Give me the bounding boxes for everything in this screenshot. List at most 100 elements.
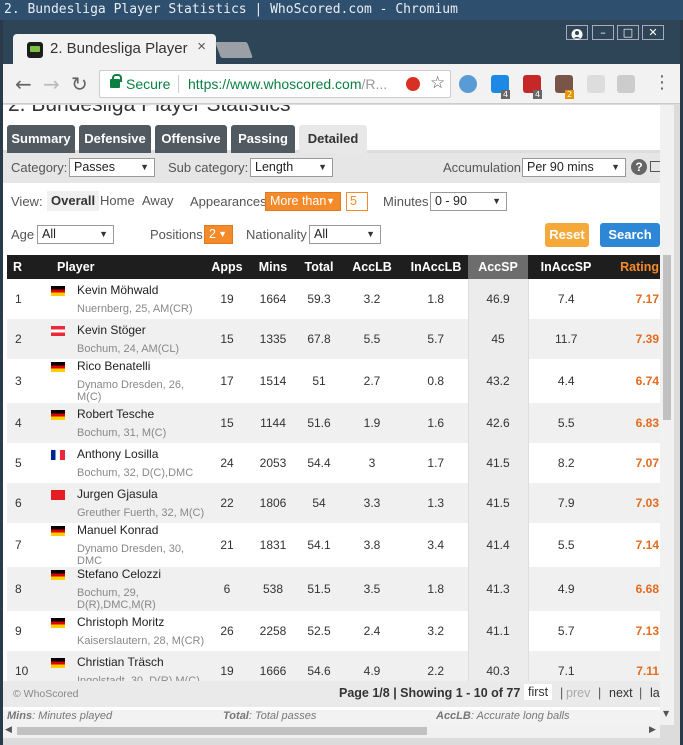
bookmark-star-icon[interactable]: ☆ bbox=[430, 73, 445, 93]
player-name-link[interactable]: Jurgen Gjasula bbox=[77, 487, 206, 501]
view-overall[interactable]: Overall bbox=[47, 191, 100, 211]
player-name-link[interactable]: Kevin Möhwald bbox=[77, 283, 206, 297]
player-name-link[interactable]: Rico Benatelli bbox=[77, 359, 206, 373]
accumulation-value: Per 90 mins bbox=[527, 160, 594, 174]
table-row[interactable]: 8 Stefano Celozzi Bochum, 29, D(R),DMC,M(R… bbox=[7, 567, 663, 611]
player-name-link[interactable]: Christian Träsch bbox=[77, 655, 206, 669]
player-name-link[interactable]: Kevin Stöger bbox=[77, 323, 206, 337]
page-first-link[interactable]: first bbox=[524, 684, 553, 700]
col-apps[interactable]: Apps bbox=[206, 255, 248, 279]
subcategory-select[interactable]: Length ▼ bbox=[250, 158, 333, 177]
table-row[interactable]: 1 Kevin Möhwald Nuernberg, 25, AM(CR) 19 166… bbox=[7, 279, 663, 319]
player-name-link[interactable]: Anthony Losilla bbox=[77, 447, 206, 461]
chevron-down-icon: ▼ bbox=[99, 229, 108, 239]
category-select[interactable]: Passes ▼ bbox=[69, 158, 155, 177]
menu-dots-icon[interactable]: ⋮ bbox=[653, 72, 671, 93]
mins-cell: 1664 bbox=[248, 279, 298, 319]
vertical-scrollbar[interactable]: ▼ bbox=[660, 105, 674, 725]
page-next-link[interactable]: next bbox=[609, 686, 633, 700]
new-tab-button[interactable] bbox=[215, 42, 253, 58]
col-rating[interactable]: Rating bbox=[604, 255, 663, 279]
col-inaccsp[interactable]: InAccSP bbox=[528, 255, 604, 279]
view-away[interactable]: Away bbox=[138, 191, 178, 211]
mins-cell: 2258 bbox=[248, 611, 298, 651]
browser-tab[interactable]: 2. Bundesliga Player × bbox=[13, 34, 216, 64]
col-total[interactable]: Total bbox=[298, 255, 340, 279]
profile-icon[interactable] bbox=[566, 25, 588, 40]
total-cell: 54.4 bbox=[298, 443, 340, 483]
appearances-value: More than bbox=[270, 194, 327, 208]
col-player[interactable]: Player bbox=[51, 255, 206, 279]
tab-passing[interactable]: Passing bbox=[231, 125, 295, 153]
player-name-link[interactable]: Robert Tesche bbox=[77, 407, 206, 421]
table-row[interactable]: 9 Christoph Moritz Kaiserslautern, 28, M(C… bbox=[7, 611, 663, 651]
scroll-down-arrow-icon[interactable]: ▼ bbox=[663, 709, 669, 718]
apps-cell: 17 bbox=[206, 359, 248, 403]
player-cell: Christoph Moritz Kaiserslautern, 28, M(CR… bbox=[51, 611, 206, 651]
vertical-scroll-thumb[interactable] bbox=[663, 255, 671, 420]
appearances-select[interactable]: More than ▼ bbox=[265, 192, 341, 211]
window-titlebar: 2. Bundesliga Player Statistics | WhoSco… bbox=[0, 0, 683, 20]
table-row[interactable]: 6 Jurgen Gjasula Greuther Fuerth, 32, M(C)… bbox=[7, 483, 663, 523]
col-r[interactable]: R bbox=[7, 255, 51, 279]
player-name-link[interactable]: Christoph Moritz bbox=[77, 615, 206, 629]
col-inacclb[interactable]: InAccLB bbox=[404, 255, 468, 279]
acclb-cell: 2.7 bbox=[340, 359, 404, 403]
legend-acclb: AccLB: Accurate long balls bbox=[436, 710, 570, 722]
acclb-cell: 2.4 bbox=[340, 611, 404, 651]
horizontal-scroll-thumb[interactable] bbox=[17, 727, 427, 735]
player-meta: Greuther Fuerth, 32, M(C) bbox=[77, 507, 205, 519]
age-select[interactable]: All ▼ bbox=[37, 225, 114, 244]
legend-key: AccLB bbox=[436, 710, 471, 722]
table-row[interactable]: 5 Anthony Losilla Bochum, 32, D(C),DMC 24 20… bbox=[7, 443, 663, 483]
flag-fr-icon bbox=[51, 450, 65, 460]
maximize-button[interactable]: □ bbox=[617, 25, 639, 40]
blocked-popup-icon[interactable] bbox=[406, 77, 420, 91]
player-name-link[interactable]: Manuel Konrad bbox=[77, 523, 206, 537]
minimize-button[interactable]: – bbox=[592, 25, 614, 40]
tab-detailed[interactable]: Detailed bbox=[299, 125, 367, 153]
extension-bird-icon[interactable] bbox=[459, 75, 477, 93]
table-row[interactable]: 2 Kevin Stöger Bochum, 24, AM(CL) 15 1335 67.… bbox=[7, 319, 663, 359]
search-button[interactable]: Search bbox=[600, 223, 660, 247]
tab-defensive[interactable]: Defensive bbox=[79, 125, 151, 153]
nationality-label: Nationality bbox=[246, 227, 307, 242]
appearances-number-input[interactable]: 5 bbox=[346, 192, 368, 211]
col-mins[interactable]: Mins bbox=[248, 255, 298, 279]
positions-select[interactable]: 2 ▼ bbox=[204, 225, 233, 244]
nationality-select[interactable]: All ▼ bbox=[309, 225, 381, 244]
help-icon[interactable]: ? bbox=[631, 159, 647, 175]
page-prev-link[interactable]: prev bbox=[566, 686, 590, 700]
player-cell: Robert Tesche Bochum, 31, M(C) bbox=[51, 403, 206, 443]
accumulation-select[interactable]: Per 90 mins ▼ bbox=[522, 158, 626, 177]
extension-camera-icon[interactable] bbox=[587, 75, 605, 93]
tab-close-icon[interactable]: × bbox=[197, 38, 206, 55]
scroll-left-arrow-icon[interactable]: ◀ bbox=[5, 725, 12, 735]
close-window-button[interactable]: ✕ bbox=[642, 25, 664, 40]
address-bar[interactable]: Secure https://www.whoscored.com/R... ☆ bbox=[99, 70, 451, 98]
table-row[interactable]: 7 Manuel Konrad Dynamo Dresden, 30, DMC 21 1… bbox=[7, 523, 663, 567]
tab-summary[interactable]: Summary bbox=[7, 125, 75, 153]
reload-icon[interactable]: ↻ bbox=[71, 72, 88, 96]
stat-tabs: Summary Defensive Offensive Passing Deta… bbox=[3, 123, 663, 153]
view-home[interactable]: Home bbox=[96, 191, 139, 211]
forward-arrow-icon[interactable]: → bbox=[43, 72, 60, 96]
page-separator: | bbox=[560, 686, 564, 700]
player-cell: Manuel Konrad Dynamo Dresden, 30, DMC bbox=[51, 523, 206, 567]
inacclb-cell: 0.8 bbox=[404, 359, 468, 403]
extension-feather-icon[interactable] bbox=[617, 75, 635, 93]
minutes-select[interactable]: 0 - 90 ▼ bbox=[430, 192, 507, 211]
table-row[interactable]: 3 Rico Benatelli Dynamo Dresden, 26, M(C) 1… bbox=[7, 359, 663, 403]
player-cell: Stefano Celozzi Bochum, 29, D(R),DMC,M(R) bbox=[51, 567, 206, 611]
horizontal-scrollbar[interactable]: ◀ ▶ bbox=[3, 724, 660, 738]
player-name-link[interactable]: Stefano Celozzi bbox=[77, 567, 206, 581]
reset-button[interactable]: Reset bbox=[545, 223, 589, 247]
scroll-right-arrow-icon[interactable]: ▶ bbox=[649, 725, 656, 735]
legend-desc: : Minutes played bbox=[32, 710, 113, 722]
tab-offensive[interactable]: Offensive bbox=[155, 125, 227, 153]
col-acclb[interactable]: AccLB bbox=[340, 255, 404, 279]
table-row[interactable]: 4 Robert Tesche Bochum, 31, M(C) 15 1144 51.6… bbox=[7, 403, 663, 443]
back-arrow-icon[interactable]: ← bbox=[15, 72, 32, 96]
inaccsp-cell: 11.7 bbox=[528, 319, 604, 359]
col-accsp[interactable]: AccSP bbox=[468, 255, 528, 279]
